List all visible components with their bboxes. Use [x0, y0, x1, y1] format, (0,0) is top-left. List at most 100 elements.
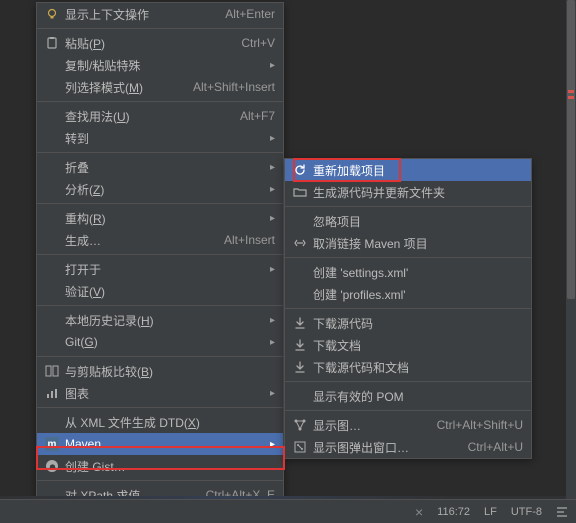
blank-icon	[43, 181, 61, 197]
menu2-item[interactable]: 显示有效的 POM	[285, 385, 531, 407]
status-encoding[interactable]: UTF-8	[511, 506, 542, 518]
menu-item-label: 打开于	[65, 261, 265, 278]
menu-item-label: 转到	[65, 130, 265, 147]
reload-icon	[291, 162, 309, 178]
graph-popup-icon	[291, 439, 309, 455]
github-icon	[43, 458, 61, 474]
submenu-arrow-icon: ▸	[265, 264, 275, 275]
menu-separator	[37, 28, 283, 29]
menu-item-label: 下载源代码	[313, 315, 523, 332]
menu1-item[interactable]: 生成…Alt+Insert	[37, 229, 283, 251]
menu-item-label: 图表	[65, 385, 265, 402]
menu1-item[interactable]: 打开于▸	[37, 258, 283, 280]
submenu-arrow-icon: ▸	[265, 60, 275, 71]
menu2-item[interactable]: 生成源代码并更新文件夹	[285, 181, 531, 203]
menu-item-label: 查找用法(U)	[65, 108, 232, 125]
blank-icon	[291, 286, 309, 302]
blank-icon	[291, 388, 309, 404]
menu-separator	[37, 356, 283, 357]
status-indent-icon[interactable]	[556, 506, 568, 518]
graph-icon	[291, 417, 309, 433]
submenu-arrow-icon: ▸	[265, 133, 275, 144]
blank-icon	[43, 334, 61, 350]
menu1-item[interactable]: 分析(Z)▸	[37, 178, 283, 200]
menu-separator	[37, 480, 283, 481]
menu-item-label: 复制/粘贴特殊	[65, 57, 265, 74]
blank-icon	[291, 213, 309, 229]
menu-separator	[285, 410, 531, 411]
menu-item-label: 显示上下文操作	[65, 6, 217, 23]
menu-item-shortcut: Ctrl+V	[241, 36, 275, 50]
menu1-item[interactable]: mMaven▸	[37, 433, 283, 455]
menu2-item[interactable]: 创建 'settings.xml'	[285, 261, 531, 283]
status-position[interactable]: 116:72	[437, 506, 470, 518]
menu1-item[interactable]: 折叠▸	[37, 156, 283, 178]
menu-separator	[37, 101, 283, 102]
error-stripe[interactable]	[568, 96, 574, 99]
menu-separator	[285, 206, 531, 207]
menu-separator	[37, 203, 283, 204]
context-menu[interactable]: 显示上下文操作Alt+Enter粘贴(P)Ctrl+V复制/粘贴特殊▸列选择模式…	[36, 2, 284, 507]
blank-icon	[43, 108, 61, 124]
menu1-item[interactable]: 查找用法(U)Alt+F7	[37, 105, 283, 127]
menu1-item[interactable]: Git(G)▸	[37, 331, 283, 353]
scrollbar-thumb[interactable]	[567, 0, 575, 299]
blank-icon	[43, 261, 61, 277]
menu-item-shortcut: Ctrl+Alt+U	[468, 440, 523, 454]
menu1-item[interactable]: 验证(V)	[37, 280, 283, 302]
menu-item-shortcut: Alt+Insert	[224, 233, 275, 247]
menu1-item[interactable]: 与剪贴板比较(B)	[37, 360, 283, 382]
submenu-arrow-icon: ▸	[265, 213, 275, 224]
editor-scrollbar[interactable]	[566, 0, 576, 499]
maven-submenu[interactable]: 重新加载项目生成源代码并更新文件夹忽略项目取消链接 Maven 项目创建 'se…	[284, 158, 532, 459]
menu1-item[interactable]: 转到▸	[37, 127, 283, 149]
maven-icon: m	[43, 436, 61, 452]
submenu-arrow-icon: ▸	[265, 388, 275, 399]
menu-separator	[37, 305, 283, 306]
menu2-item[interactable]: 创建 'profiles.xml'	[285, 283, 531, 305]
menu-item-label: 显示有效的 POM	[313, 388, 523, 405]
blank-icon	[43, 159, 61, 175]
menu-item-shortcut: Ctrl+Alt+Shift+U	[437, 418, 523, 432]
blank-icon	[43, 283, 61, 299]
submenu-arrow-icon: ▸	[265, 337, 275, 348]
submenu-arrow-icon: ▸	[265, 184, 275, 195]
menu2-item[interactable]: 忽略项目	[285, 210, 531, 232]
menu2-item[interactable]: 显示图弹出窗口…Ctrl+Alt+U	[285, 436, 531, 458]
menu-separator	[37, 152, 283, 153]
menu1-item[interactable]: 图表▸	[37, 382, 283, 404]
menu2-item[interactable]: 下载源代码	[285, 312, 531, 334]
status-line-ending[interactable]: LF	[484, 506, 497, 518]
menu2-item[interactable]: 下载文档	[285, 334, 531, 356]
error-stripe[interactable]	[568, 90, 574, 93]
blank-icon	[43, 232, 61, 248]
menu-separator	[37, 407, 283, 408]
blank-icon	[43, 414, 61, 430]
menu-item-shortcut: Alt+Shift+Insert	[193, 80, 275, 94]
menu-item-label: 下载源代码和文档	[313, 359, 523, 376]
menu1-item[interactable]: 复制/粘贴特殊▸	[37, 54, 283, 76]
paste-icon	[43, 35, 61, 51]
menu-separator	[285, 308, 531, 309]
menu-item-label: 分析(Z)	[65, 181, 265, 198]
download-icon	[291, 315, 309, 331]
menu1-item[interactable]: 显示上下文操作 Alt+Enter	[37, 3, 283, 25]
menu2-item[interactable]: 重新加载项目	[285, 159, 531, 181]
menu1-item[interactable]: 从 XML 文件生成 DTD(X)	[37, 411, 283, 433]
status-bar: × 116:72 LF UTF-8	[0, 499, 576, 523]
blank-icon	[43, 312, 61, 328]
menu1-item[interactable]: 粘贴(P)Ctrl+V	[37, 32, 283, 54]
menu-item-label: Git(G)	[65, 335, 265, 349]
status-close-icon[interactable]: ×	[415, 504, 423, 520]
menu-item-shortcut: Alt+Enter	[225, 7, 275, 21]
menu1-item[interactable]: 重构(R)▸	[37, 207, 283, 229]
menu-item-label: 下载文档	[313, 337, 523, 354]
chart-icon	[43, 385, 61, 401]
menu1-item[interactable]: 创建 Gist…	[37, 455, 283, 477]
menu2-item[interactable]: 显示图…Ctrl+Alt+Shift+U	[285, 414, 531, 436]
menu2-item[interactable]: 下载源代码和文档	[285, 356, 531, 378]
menu1-item[interactable]: 本地历史记录(H)▸	[37, 309, 283, 331]
unlink-icon	[291, 235, 309, 251]
menu2-item[interactable]: 取消链接 Maven 项目	[285, 232, 531, 254]
menu1-item[interactable]: 列选择模式(M)Alt+Shift+Insert	[37, 76, 283, 98]
